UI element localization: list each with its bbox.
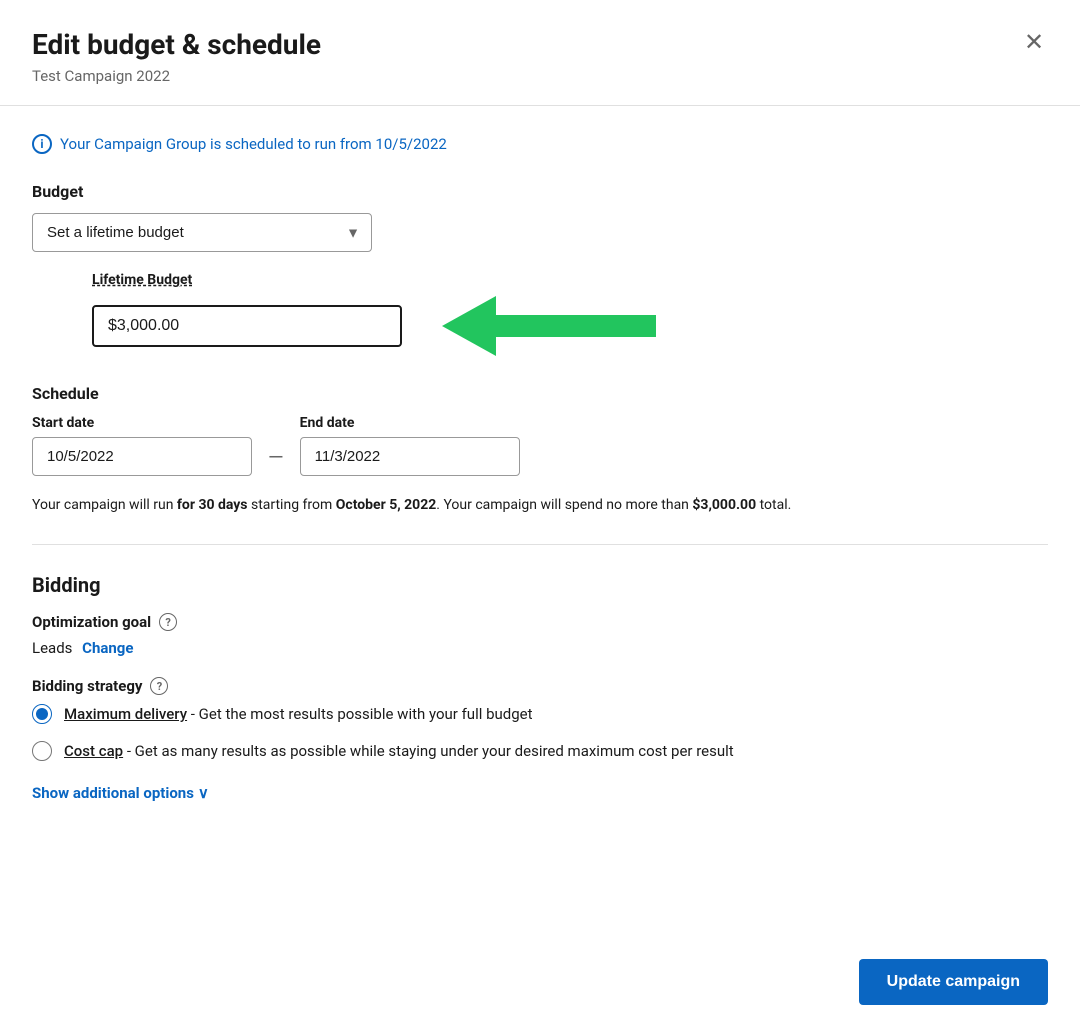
date-separator: — (268, 445, 284, 469)
bidding-title: Bidding (32, 573, 1048, 597)
info-banner: i Your Campaign Group is scheduled to ru… (32, 134, 1048, 154)
show-additional-options-label: Show additional options (32, 784, 194, 802)
info-text-bold1: for 30 days (177, 497, 248, 513)
info-text-part1: Your campaign will run (32, 497, 177, 513)
arrow-head (442, 296, 496, 356)
max-delivery-radio[interactable] (32, 704, 52, 724)
optimization-goal-help-icon[interactable]: ? (159, 613, 177, 631)
bidding-strategy-row: Bidding strategy ? (32, 677, 1048, 695)
modal-footer: Update campaign (0, 939, 1080, 1025)
info-text-part2: starting from (248, 497, 336, 513)
optimization-value-row: Leads Change (32, 639, 1048, 657)
cost-cap-option: Cost cap - Get as many results as possib… (32, 740, 1048, 763)
change-link[interactable]: Change (82, 639, 133, 657)
budget-dropdown-wrapper: Set a lifetime budget Set a daily budget… (32, 213, 372, 252)
modal-title: Edit budget & schedule (32, 28, 1048, 61)
cost-cap-label: Cost cap - Get as many results as possib… (64, 740, 734, 763)
max-delivery-desc: - Get the most results possible with you… (187, 705, 532, 723)
budget-dropdown[interactable]: Set a lifetime budget Set a daily budget (32, 213, 372, 252)
info-icon: i (32, 134, 52, 154)
start-date-label: Start date (32, 415, 252, 431)
info-text-part3: . Your campaign will spend no more than (436, 497, 692, 513)
end-date-label: End date (300, 415, 520, 431)
start-date-input[interactable] (32, 437, 252, 476)
cost-cap-radio[interactable] (32, 741, 52, 761)
lifetime-budget-input[interactable] (92, 305, 402, 347)
cost-cap-desc: - Get as many results as possible while … (123, 742, 734, 760)
campaign-info-text: Your campaign will run for 30 days start… (32, 494, 1048, 516)
optimization-goal-value: Leads (32, 639, 72, 657)
section-divider (32, 544, 1048, 545)
show-additional-options-link[interactable]: Show additional options ∨ (32, 784, 209, 802)
modal-header: Edit budget & schedule Test Campaign 202… (0, 0, 1080, 106)
optimization-goal-row: Optimization goal ? (32, 613, 1048, 631)
schedule-section: Schedule Start date — End date Your camp… (32, 384, 1048, 516)
bidding-strategy-help-icon[interactable]: ? (150, 677, 168, 695)
end-date-group: End date (300, 415, 520, 476)
lifetime-budget-label: Lifetime Budget (92, 272, 1048, 288)
schedule-label: Schedule (32, 384, 1048, 403)
optimization-goal-label: Optimization goal (32, 613, 151, 631)
cost-cap-name: Cost cap (64, 742, 123, 760)
max-delivery-option: Maximum delivery - Get the most results … (32, 703, 1048, 726)
bidding-strategy-label: Bidding strategy (32, 677, 142, 695)
budget-section: Budget Set a lifetime budget Set a daily… (32, 182, 1048, 356)
max-delivery-name: Maximum delivery (64, 705, 187, 723)
lifetime-budget-row (92, 296, 1048, 356)
arrow-annotation (442, 296, 656, 356)
date-row: Start date — End date (32, 415, 1048, 476)
info-text-bold2: October 5, 2022 (336, 497, 437, 513)
info-text-part4: total. (756, 497, 791, 513)
budget-label: Budget (32, 182, 1048, 201)
arrow-shaft (496, 315, 656, 337)
budget-input-wrapper (92, 305, 402, 347)
modal: Edit budget & schedule Test Campaign 202… (0, 0, 1080, 1025)
bidding-section: Bidding Optimization goal ? Leads Change… (32, 573, 1048, 802)
modal-subtitle: Test Campaign 2022 (32, 67, 1048, 85)
max-delivery-label: Maximum delivery - Get the most results … (64, 703, 533, 726)
end-date-input[interactable] (300, 437, 520, 476)
start-date-group: Start date (32, 415, 252, 476)
modal-body: i Your Campaign Group is scheduled to ru… (0, 106, 1080, 854)
chevron-down-icon: ∨ (198, 784, 209, 802)
update-campaign-button[interactable]: Update campaign (859, 959, 1048, 1005)
info-text-bold3: $3,000.00 (692, 497, 756, 513)
info-banner-text: Your Campaign Group is scheduled to run … (60, 135, 447, 153)
close-button[interactable]: ✕ (1016, 24, 1052, 60)
